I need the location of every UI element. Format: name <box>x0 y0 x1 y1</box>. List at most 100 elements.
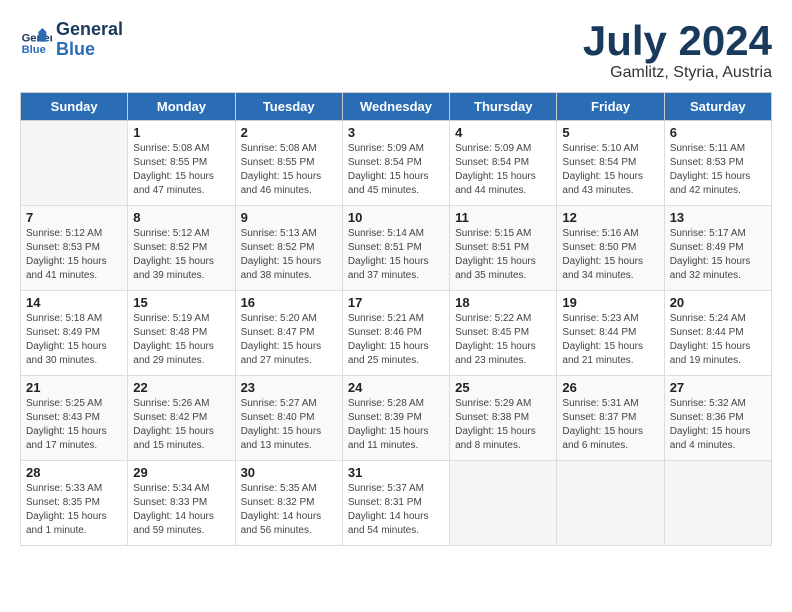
calendar-cell: 8Sunrise: 5:12 AM Sunset: 8:52 PM Daylig… <box>128 206 235 291</box>
calendar-cell: 20Sunrise: 5:24 AM Sunset: 8:44 PM Dayli… <box>664 291 771 376</box>
logo-text-general: General <box>56 20 123 40</box>
header-thursday: Thursday <box>450 93 557 121</box>
calendar-cell: 25 Sunrise: 5:29 AM Sunset: 8:38 PM Dayli… <box>450 376 557 461</box>
calendar-cell: 12 Sunrise: 5:16 AM Sunset: 8:50 PM Dayli… <box>557 206 664 291</box>
day-number: 12 <box>562 210 658 225</box>
day-number: 30 <box>241 465 337 480</box>
calendar-cell: 31 Sunrise: 5:37 AM Sunset: 8:31 PM Dayli… <box>342 461 449 546</box>
calendar-cell: 7Sunrise: 5:12 AM Sunset: 8:53 PM Daylig… <box>21 206 128 291</box>
day-number: 19 <box>562 295 658 310</box>
calendar-cell: 18 Sunrise: 5:22 AM Sunset: 8:45 PM Dayli… <box>450 291 557 376</box>
day-number: 10 <box>348 210 444 225</box>
calendar-cell: 11 Sunrise: 5:15 AM Sunset: 8:51 PM Dayli… <box>450 206 557 291</box>
day-info: Sunrise: 5:11 AM Sunset: 8:53 PM Dayligh… <box>670 142 766 198</box>
day-info: Sunrise: 5:21 AM Sunset: 8:46 PM Dayligh… <box>348 312 444 368</box>
day-info: Sunrise: 5:25 AM Sunset: 8:43 PM Dayligh… <box>26 397 122 453</box>
calendar-cell: 4 Sunrise: 5:09 AM Sunset: 8:54 PM Daylig… <box>450 121 557 206</box>
calendar-week-row: 1 Sunrise: 5:08 AM Sunset: 8:55 PM Daylig… <box>21 121 772 206</box>
day-info: Sunrise: 5:37 AM Sunset: 8:31 PM Dayligh… <box>348 482 444 538</box>
calendar-cell <box>664 461 771 546</box>
calendar-cell: 17 Sunrise: 5:21 AM Sunset: 8:46 PM Dayli… <box>342 291 449 376</box>
day-info: Sunrise: 5:09 AM Sunset: 8:54 PM Dayligh… <box>348 142 444 198</box>
day-info: Sunrise: 5:08 AM Sunset: 8:55 PM Dayligh… <box>133 142 229 198</box>
day-info: Sunrise: 5:10 AM Sunset: 8:54 PM Dayligh… <box>562 142 658 198</box>
day-number: 15 <box>133 295 229 310</box>
day-number: 14 <box>26 295 122 310</box>
day-number: 4 <box>455 125 551 140</box>
day-info: Sunrise: 5:08 AM Sunset: 8:55 PM Dayligh… <box>241 142 337 198</box>
logo-text-blue: Blue <box>56 40 123 60</box>
day-info: Sunrise: 5:31 AM Sunset: 8:37 PM Dayligh… <box>562 397 658 453</box>
header: General Blue General Blue July 2024 Gaml… <box>20 20 772 82</box>
day-number: 29 <box>133 465 229 480</box>
calendar-cell: 29 Sunrise: 5:34 AM Sunset: 8:33 PM Dayli… <box>128 461 235 546</box>
day-number: 2 <box>241 125 337 140</box>
day-info: Sunrise: 5:17 AM Sunset: 8:49 PM Dayligh… <box>670 227 766 283</box>
calendar-week-row: 7Sunrise: 5:12 AM Sunset: 8:53 PM Daylig… <box>21 206 772 291</box>
day-number: 25 <box>455 380 551 395</box>
svg-text:General: General <box>22 32 52 44</box>
calendar-cell: 30Sunrise: 5:35 AM Sunset: 8:32 PM Dayli… <box>235 461 342 546</box>
calendar-cell: 19Sunrise: 5:23 AM Sunset: 8:44 PM Dayli… <box>557 291 664 376</box>
calendar-cell: 6 Sunrise: 5:11 AM Sunset: 8:53 PM Daylig… <box>664 121 771 206</box>
month-title: July 2024 <box>583 20 772 62</box>
calendar-table: SundayMondayTuesdayWednesdayThursdayFrid… <box>20 92 772 546</box>
calendar-week-row: 14 Sunrise: 5:18 AM Sunset: 8:49 PM Dayli… <box>21 291 772 376</box>
day-info: Sunrise: 5:13 AM Sunset: 8:52 PM Dayligh… <box>241 227 337 283</box>
day-info: Sunrise: 5:22 AM Sunset: 8:45 PM Dayligh… <box>455 312 551 368</box>
day-number: 31 <box>348 465 444 480</box>
day-info: Sunrise: 5:19 AM Sunset: 8:48 PM Dayligh… <box>133 312 229 368</box>
svg-text:Blue: Blue <box>22 44 46 56</box>
calendar-cell: 28Sunrise: 5:33 AM Sunset: 8:35 PM Dayli… <box>21 461 128 546</box>
day-info: Sunrise: 5:33 AM Sunset: 8:35 PM Dayligh… <box>26 482 122 538</box>
calendar-cell: 22Sunrise: 5:26 AM Sunset: 8:42 PM Dayli… <box>128 376 235 461</box>
header-tuesday: Tuesday <box>235 93 342 121</box>
day-number: 24 <box>348 380 444 395</box>
calendar-header-row: SundayMondayTuesdayWednesdayThursdayFrid… <box>21 93 772 121</box>
header-monday: Monday <box>128 93 235 121</box>
day-info: Sunrise: 5:27 AM Sunset: 8:40 PM Dayligh… <box>241 397 337 453</box>
calendar-cell: 1 Sunrise: 5:08 AM Sunset: 8:55 PM Daylig… <box>128 121 235 206</box>
header-saturday: Saturday <box>664 93 771 121</box>
calendar-cell: 21 Sunrise: 5:25 AM Sunset: 8:43 PM Dayli… <box>21 376 128 461</box>
calendar-cell: 16Sunrise: 5:20 AM Sunset: 8:47 PM Dayli… <box>235 291 342 376</box>
day-info: Sunrise: 5:15 AM Sunset: 8:51 PM Dayligh… <box>455 227 551 283</box>
day-number: 3 <box>348 125 444 140</box>
day-number: 11 <box>455 210 551 225</box>
day-info: Sunrise: 5:12 AM Sunset: 8:53 PM Dayligh… <box>26 227 122 283</box>
day-info: Sunrise: 5:20 AM Sunset: 8:47 PM Dayligh… <box>241 312 337 368</box>
calendar-cell: 2 Sunrise: 5:08 AM Sunset: 8:55 PM Daylig… <box>235 121 342 206</box>
calendar-cell <box>21 121 128 206</box>
logo-icon: General Blue <box>20 24 52 56</box>
location-subtitle: Gamlitz, Styria, Austria <box>583 64 772 82</box>
day-info: Sunrise: 5:29 AM Sunset: 8:38 PM Dayligh… <box>455 397 551 453</box>
calendar-cell: 3 Sunrise: 5:09 AM Sunset: 8:54 PM Daylig… <box>342 121 449 206</box>
day-number: 8 <box>133 210 229 225</box>
calendar-cell: 26Sunrise: 5:31 AM Sunset: 8:37 PM Dayli… <box>557 376 664 461</box>
calendar-cell: 24 Sunrise: 5:28 AM Sunset: 8:39 PM Dayli… <box>342 376 449 461</box>
day-number: 22 <box>133 380 229 395</box>
header-sunday: Sunday <box>21 93 128 121</box>
calendar-cell <box>450 461 557 546</box>
logo: General Blue General Blue <box>20 20 123 60</box>
calendar-cell: 23Sunrise: 5:27 AM Sunset: 8:40 PM Dayli… <box>235 376 342 461</box>
day-number: 17 <box>348 295 444 310</box>
calendar-cell: 13Sunrise: 5:17 AM Sunset: 8:49 PM Dayli… <box>664 206 771 291</box>
calendar-cell: 5Sunrise: 5:10 AM Sunset: 8:54 PM Daylig… <box>557 121 664 206</box>
day-info: Sunrise: 5:09 AM Sunset: 8:54 PM Dayligh… <box>455 142 551 198</box>
day-number: 21 <box>26 380 122 395</box>
day-info: Sunrise: 5:16 AM Sunset: 8:50 PM Dayligh… <box>562 227 658 283</box>
calendar-week-row: 21 Sunrise: 5:25 AM Sunset: 8:43 PM Dayli… <box>21 376 772 461</box>
day-number: 27 <box>670 380 766 395</box>
day-info: Sunrise: 5:28 AM Sunset: 8:39 PM Dayligh… <box>348 397 444 453</box>
calendar-cell: 14 Sunrise: 5:18 AM Sunset: 8:49 PM Dayli… <box>21 291 128 376</box>
header-friday: Friday <box>557 93 664 121</box>
day-number: 1 <box>133 125 229 140</box>
day-number: 6 <box>670 125 766 140</box>
day-number: 18 <box>455 295 551 310</box>
calendar-cell: 15 Sunrise: 5:19 AM Sunset: 8:48 PM Dayli… <box>128 291 235 376</box>
day-info: Sunrise: 5:18 AM Sunset: 8:49 PM Dayligh… <box>26 312 122 368</box>
header-wednesday: Wednesday <box>342 93 449 121</box>
day-info: Sunrise: 5:34 AM Sunset: 8:33 PM Dayligh… <box>133 482 229 538</box>
calendar-cell <box>557 461 664 546</box>
